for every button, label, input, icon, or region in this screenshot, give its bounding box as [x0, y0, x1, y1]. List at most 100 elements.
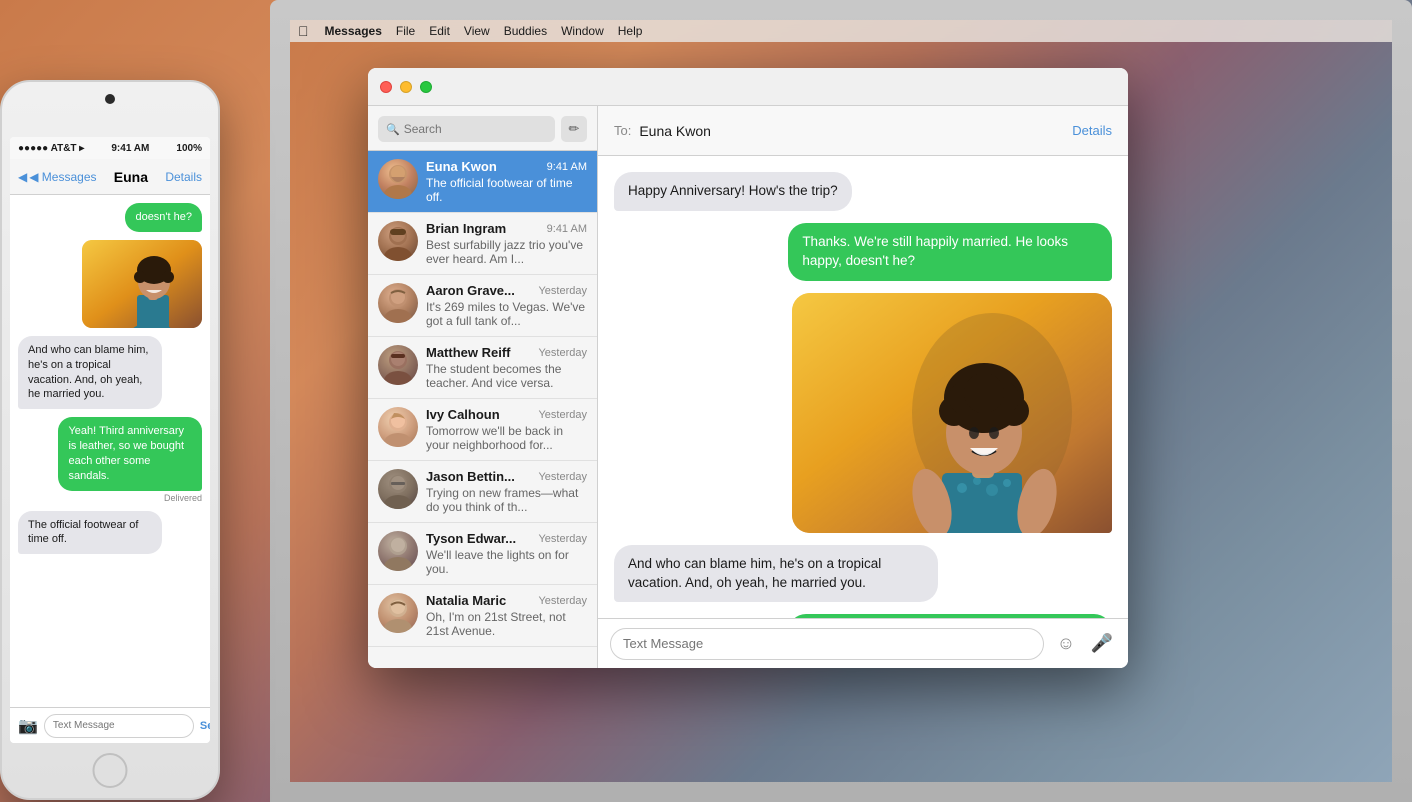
minimize-button[interactable] [400, 81, 412, 93]
iphone-signal: ●●●●● AT&T ▸ [18, 143, 84, 154]
conv-name-aaron: Aaron Grave... [426, 283, 515, 298]
conv-preview-tyson: We'll leave the lights on for you. [426, 548, 587, 576]
avatar-jason [378, 469, 418, 509]
avatar-brian [378, 221, 418, 261]
window-body: 🔍 ✏ [368, 106, 1128, 668]
conversation-item-aaron[interactable]: Aaron Grave... Yesterday It's 269 miles … [368, 275, 597, 337]
iphone-home-button[interactable] [93, 753, 128, 788]
back-icon: ◀ [18, 170, 27, 184]
search-input[interactable] [404, 122, 547, 136]
conv-meta-aaron: Aaron Grave... Yesterday It's 269 miles … [426, 283, 587, 328]
microphone-icon[interactable]: 🎤 [1088, 630, 1116, 658]
mac-screen:  Messages File Edit View Buddies Window… [290, 20, 1392, 782]
maximize-button[interactable] [420, 81, 432, 93]
conv-preview-aaron: It's 269 miles to Vegas. We've got a ful… [426, 300, 587, 328]
conv-time-brian: 9:41 AM [547, 223, 587, 235]
menubar-file[interactable]: File [396, 24, 415, 38]
conv-time-matthew: Yesterday [538, 347, 587, 359]
menubar-messages[interactable]: Messages [325, 24, 382, 38]
conv-preview-euna: The official footwear of time off. [426, 176, 587, 204]
avatar-natalia [378, 593, 418, 633]
message-input[interactable] [610, 628, 1044, 660]
apple-menu-icon[interactable]:  [298, 23, 309, 39]
window-titlebar [368, 68, 1128, 106]
mac-laptop-frame:  Messages File Edit View Buddies Window… [270, 0, 1412, 802]
message-row-4: And who can blame him, he's on a tropica… [614, 545, 1112, 603]
conv-time-tyson: Yesterday [538, 533, 587, 545]
avatar-matthew [378, 345, 418, 385]
chat-recipient: Euna Kwon [639, 123, 1072, 139]
message-bubble-4: And who can blame him, he's on a tropica… [614, 545, 938, 603]
message-bubble-2: Thanks. We're still happily married. He … [788, 223, 1112, 281]
conversation-item-tyson[interactable]: Tyson Edwar... Yesterday We'll leave the… [368, 523, 597, 585]
person-photo-svg [792, 293, 1112, 533]
iphone-msg-5: The official footwear of time off. [18, 511, 202, 555]
avatar-aaron [378, 283, 418, 323]
iphone-bubble-4: Yeah! Third anniversary is leather, so w… [58, 417, 202, 490]
conv-meta-tyson: Tyson Edwar... Yesterday We'll leave the… [426, 531, 587, 576]
avatar-tyson [378, 531, 418, 571]
conv-name-brian: Brian Ingram [426, 221, 506, 236]
iphone-bubble-3: And who can blame him, he's on a tropica… [18, 336, 162, 409]
iphone-msg-1: doesn't he? [18, 203, 202, 232]
menubar-window[interactable]: Window [561, 24, 604, 38]
message-row-3 [614, 293, 1112, 533]
iphone-nav-title: Euna [97, 169, 166, 185]
conversation-item-ivy[interactable]: Ivy Calhoun Yesterday Tomorrow we'll be … [368, 399, 597, 461]
sidebar-header: 🔍 ✏ [368, 106, 597, 151]
conversation-item-euna[interactable]: Euna Kwon 9:41 AM The official footwear … [368, 151, 597, 213]
message-row-2: Thanks. We're still happily married. He … [614, 223, 1112, 281]
iphone-message-input[interactable] [44, 714, 194, 738]
emoji-icon[interactable]: ☺ [1052, 630, 1080, 658]
iphone-msg-3: And who can blame him, he's on a tropica… [18, 336, 202, 409]
conv-preview-ivy: Tomorrow we'll be back in your neighborh… [426, 424, 587, 452]
iphone-back-button[interactable]: ◀ ◀ Messages [18, 170, 97, 184]
conv-preview-natalia: Oh, I'm on 21st Street, not 21st Avenue. [426, 610, 587, 638]
conv-meta-euna: Euna Kwon 9:41 AM The official footwear … [426, 159, 587, 204]
iphone-messages: doesn't he? [10, 195, 210, 707]
menubar-help[interactable]: Help [618, 24, 643, 38]
iphone-msg-4: Yeah! Third anniversary is leather, so w… [18, 417, 202, 502]
iphone-camera-icon[interactable]: 📷 [18, 716, 38, 736]
iphone-send-button[interactable]: Send [200, 720, 210, 732]
iphone-time: 9:41 AM [111, 143, 149, 154]
menubar-view[interactable]: View [464, 24, 490, 38]
iphone-nav: ◀ ◀ Messages Euna Details [10, 159, 210, 195]
message-bubble-1: Happy Anniversary! How's the trip? [614, 172, 852, 211]
compose-icon: ✏ [569, 121, 580, 137]
compose-button[interactable]: ✏ [561, 116, 587, 142]
conversation-item-natalia[interactable]: Natalia Maric Yesterday Oh, I'm on 21st … [368, 585, 597, 647]
messages-area: Happy Anniversary! How's the trip? Thank… [598, 156, 1128, 618]
conversation-item-matthew[interactable]: Matthew Reiff Yesterday The student beco… [368, 337, 597, 399]
close-button[interactable] [380, 81, 392, 93]
message-image-bubble [792, 293, 1112, 533]
iphone-input-area: 📷 Send [10, 707, 210, 743]
message-row-1: Happy Anniversary! How's the trip? [614, 172, 1112, 211]
menubar-buddies[interactable]: Buddies [504, 24, 547, 38]
conv-time-euna: 9:41 AM [547, 161, 587, 173]
conv-preview-jason: Trying on new frames—what do you think o… [426, 486, 587, 514]
chat-panel: To: Euna Kwon Details Happy Anniversary!… [598, 106, 1128, 668]
conversation-item-jason[interactable]: Jason Bettin... Yesterday Trying on new … [368, 461, 597, 523]
iphone-frame: ●●●●● AT&T ▸ 9:41 AM 100% ◀ ◀ Messages E… [0, 80, 220, 800]
conversation-list: Euna Kwon 9:41 AM The official footwear … [368, 151, 597, 668]
messages-window: 🔍 ✏ [368, 68, 1128, 668]
conv-time-natalia: Yesterday [538, 595, 587, 607]
iphone-details-button[interactable]: Details [165, 170, 202, 184]
conv-meta-matthew: Matthew Reiff Yesterday The student beco… [426, 345, 587, 390]
menubar-edit[interactable]: Edit [429, 24, 450, 38]
conv-meta-natalia: Natalia Maric Yesterday Oh, I'm on 21st … [426, 593, 587, 638]
conv-time-ivy: Yesterday [538, 409, 587, 421]
sidebar: 🔍 ✏ [368, 106, 598, 668]
avatar-euna [378, 159, 418, 199]
conversation-item-brian[interactable]: Brian Ingram 9:41 AM Best surfabilly jaz… [368, 213, 597, 275]
to-label: To: [614, 123, 631, 138]
avatar-ivy [378, 407, 418, 447]
iphone-bubble-5: The official footwear of time off. [18, 511, 162, 555]
conv-name-euna: Euna Kwon [426, 159, 497, 174]
conv-preview-brian: Best surfabilly jazz trio you've ever he… [426, 238, 587, 266]
conv-name-ivy: Ivy Calhoun [426, 407, 500, 422]
conv-name-tyson: Tyson Edwar... [426, 531, 516, 546]
details-button[interactable]: Details [1072, 123, 1112, 138]
search-bar[interactable]: 🔍 [378, 116, 555, 142]
